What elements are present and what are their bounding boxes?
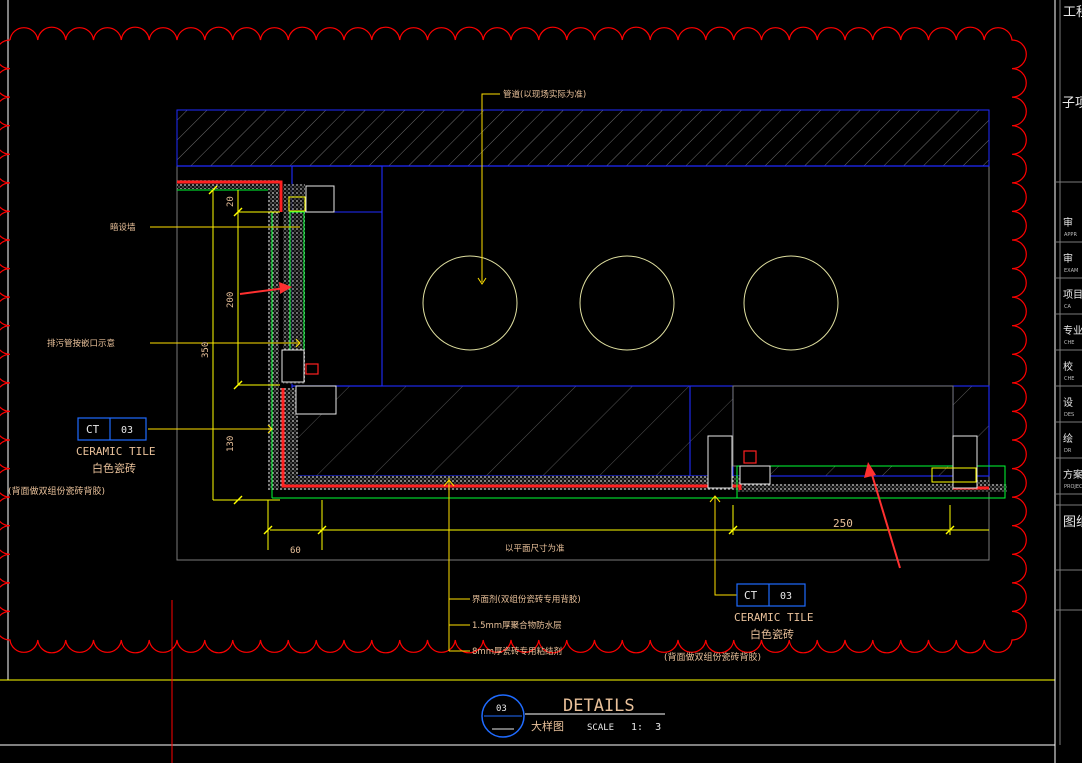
tag-right-code: CT	[744, 589, 758, 602]
bottom-note-1: 界面剂(双组份瓷砖专用背胶)	[472, 594, 581, 605]
title-heading-cn: 大样图	[531, 719, 564, 733]
dim-center-note: 以平面尺寸为准	[505, 543, 565, 554]
tb-subproject: 子项	[1062, 96, 1082, 111]
tag-right-number: 03	[780, 591, 792, 602]
tb-row-cn: 方案设	[1063, 468, 1082, 481]
tb-row-en: CHE	[1064, 376, 1074, 382]
left-note-2: 排污管按嵌口示意	[47, 338, 115, 349]
tb-row-cn: 专业负	[1063, 324, 1082, 337]
tb-row-en: APPR	[1064, 232, 1077, 238]
leader-lines	[148, 93, 737, 652]
tb-row-cn: 设	[1063, 397, 1073, 409]
title-heading: DETAILS	[563, 696, 635, 716]
bottom-note-2: 1.5mm厚聚合物防水层	[472, 620, 562, 631]
tb-drawing: 图纸	[1063, 515, 1082, 530]
title-block: 工程 子项 审 APPR 审 EXAM 项目负 CA 专业负 CHE 校 CHE 设 DES 绘 DR 方案…	[1054, 0, 1082, 763]
red-marker-1	[305, 363, 319, 375]
title-bubble-number: 03	[496, 704, 507, 714]
dimension-lines	[212, 190, 989, 550]
tag-left-number: 03	[121, 425, 133, 436]
tb-rows: 审 APPR 审 EXAM 项目负 CA 专业负 CHE 校 CHE 设 DES 绘 DR 方案设 PROJE…	[1055, 216, 1082, 495]
tag-right-name-cn: 白色瓷砖	[750, 627, 794, 641]
pipes	[422, 255, 839, 351]
dim-60: 60	[290, 546, 301, 556]
material-tag-left: CT 03 CERAMIC TILE 白色瓷砖 (背面做双组份瓷砖背胶)	[8, 417, 155, 497]
tb-row-cn: 绘	[1063, 432, 1073, 445]
left-note-1: 暗设墙	[110, 222, 136, 233]
tb-row-en: CA	[1064, 304, 1071, 310]
tag-right-note: (背面做双组份瓷砖背胶)	[664, 651, 761, 663]
tb-row-en: EXAM	[1064, 268, 1078, 274]
dim-200: 200	[226, 292, 236, 308]
pipe-1	[422, 255, 518, 351]
tb-row-en: CHE	[1064, 340, 1074, 346]
tag-left-name-en: CERAMIC TILE	[76, 445, 155, 458]
dim-130: 130	[226, 436, 236, 452]
tb-row-cn: 审	[1063, 252, 1073, 265]
tb-row-en: DES	[1064, 412, 1074, 418]
pipe-2	[579, 255, 675, 351]
pipe-3	[743, 255, 839, 351]
tb-row-cn: 项目负	[1063, 288, 1082, 301]
tag-right-name-en: CERAMIC TILE	[734, 611, 813, 624]
bottom-note-3: 8mm厚瓷砖专用粘结剂	[472, 646, 562, 657]
pipe-note: 管道(以现场实际为准)	[503, 89, 586, 100]
tag-left-code: CT	[86, 423, 100, 436]
ceiling-slab	[176, 109, 990, 167]
dim-250: 250	[833, 517, 853, 530]
dim-350: 350	[201, 342, 211, 358]
tb-row-cn: 审	[1063, 216, 1073, 229]
tb-row-en: DR	[1064, 448, 1072, 454]
cad-drawing: 管道(以现场实际为准) 暗设墙 排污管按嵌口示意 界面剂(双组份瓷砖专用背胶) …	[0, 0, 1082, 763]
dim-20: 20	[226, 196, 236, 207]
title-scale-value: 1: 3	[631, 722, 661, 733]
title-scale-label: SCALE	[587, 723, 614, 733]
tb-row-en: PROJEC	[1064, 484, 1082, 490]
tb-project: 工程	[1063, 5, 1082, 20]
detail-title: 03 DETAILS 大样图 SCALE 1: 3	[481, 694, 665, 738]
tag-left-name-cn: 白色瓷砖	[92, 461, 136, 475]
tb-row-cn: 校	[1063, 360, 1073, 373]
tag-left-note: (背面做双组份瓷砖背胶)	[8, 485, 105, 497]
void-block	[732, 385, 954, 467]
